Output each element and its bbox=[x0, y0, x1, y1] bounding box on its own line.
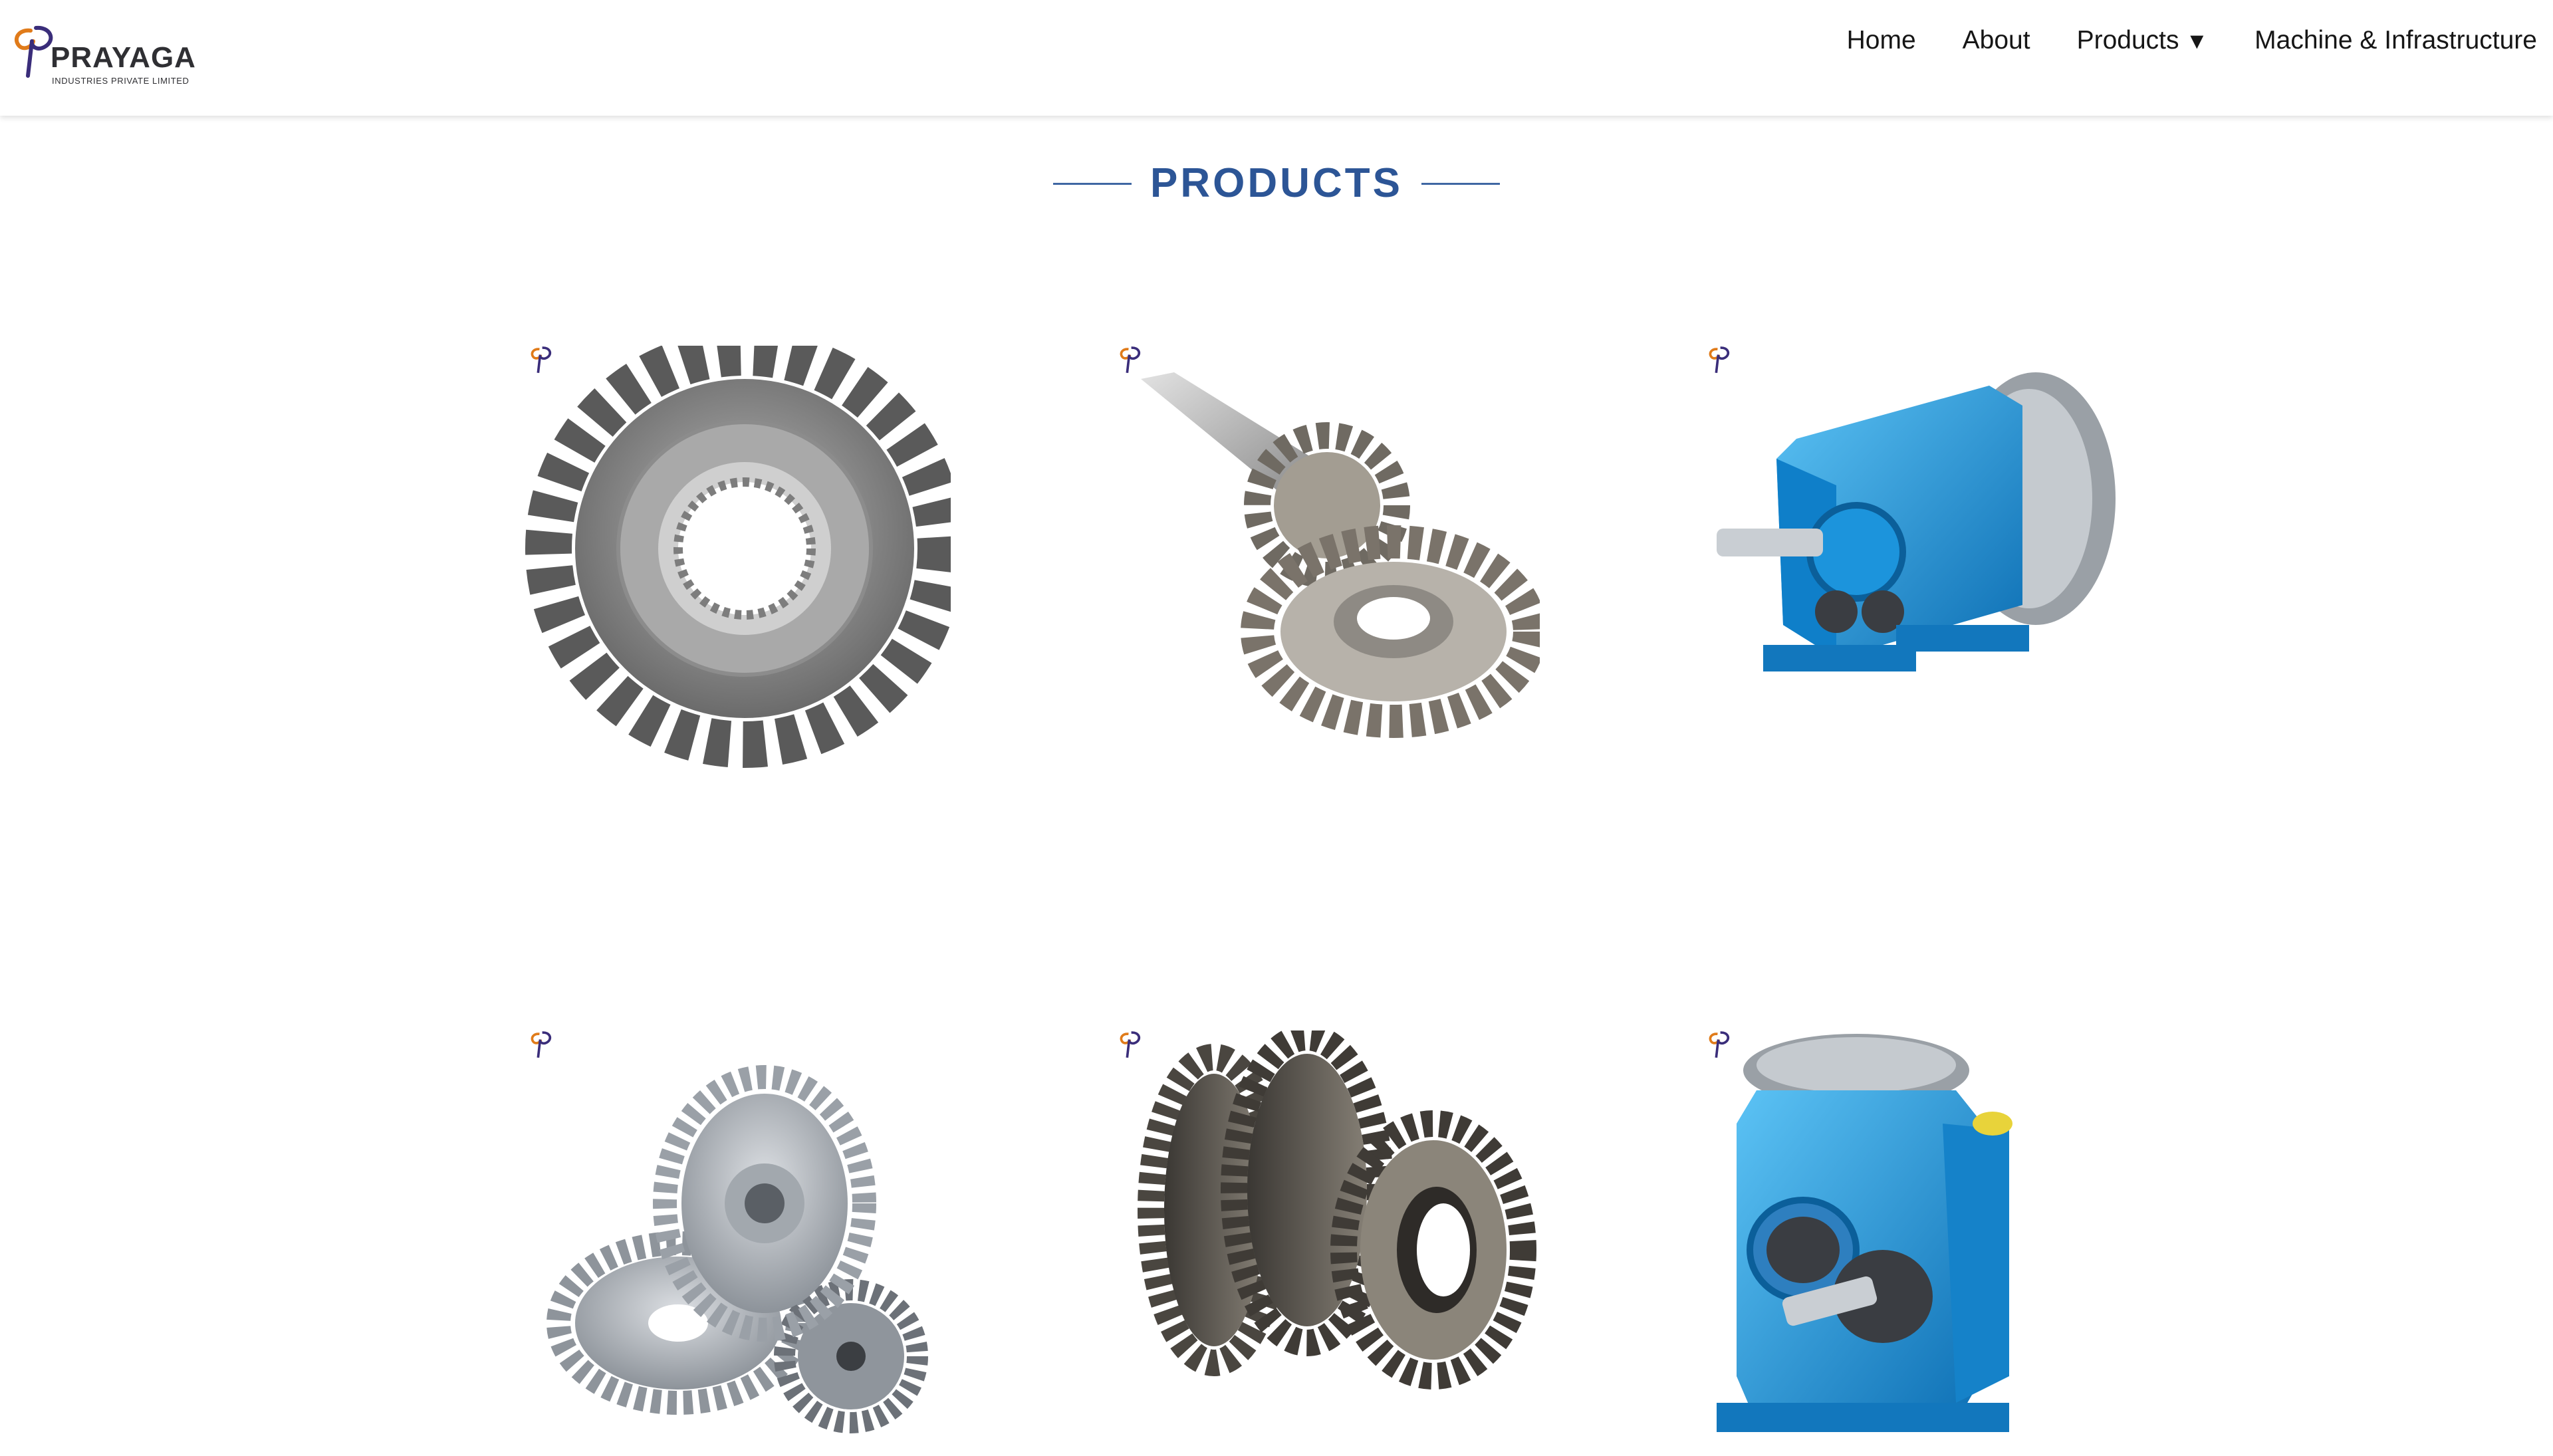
product-card-6[interactable] bbox=[1703, 1031, 2129, 1456]
watermark-logo-icon bbox=[1709, 346, 1730, 373]
title-divider-left bbox=[1053, 182, 1132, 185]
product-card-3[interactable] bbox=[1703, 346, 2129, 771]
nav-products-label: Products bbox=[2076, 26, 2179, 55]
brand-name: PRAYAGA bbox=[51, 41, 196, 74]
dropdown-caret-icon: ▼ bbox=[2185, 29, 2209, 54]
helical-gearbox-icon bbox=[1717, 372, 2116, 671]
title-divider-right bbox=[1421, 182, 1500, 185]
brand-tagline: INDUSTRIES PRIVATE LIMITED bbox=[52, 76, 189, 86]
nav-about[interactable]: About bbox=[1963, 24, 2030, 57]
worm-gearbox-icon bbox=[1717, 1034, 2012, 1432]
nav-products[interactable]: Products ▼ bbox=[2077, 24, 2209, 57]
watermark-logo-icon bbox=[531, 1031, 552, 1058]
bevel-gear-pinion-set-icon bbox=[1141, 372, 1540, 738]
product-card-1[interactable] bbox=[525, 346, 951, 771]
nav-home[interactable]: Home bbox=[1847, 24, 1916, 57]
main-nav: Home About Products ▼ Machine & Infrastru… bbox=[1800, 24, 2537, 57]
product-card-4[interactable] bbox=[525, 1031, 951, 1456]
helical-gear-cluster-icon bbox=[1138, 1031, 1536, 1390]
spiral-bevel-gear-icon bbox=[525, 346, 951, 768]
watermark-logo-icon bbox=[1120, 1031, 1141, 1058]
products-heading: PRODUCTS bbox=[0, 157, 2553, 210]
site-header: PRAYAGA INDUSTRIES PRIVATE LIMITED Home … bbox=[0, 0, 2553, 116]
spur-gears-icon bbox=[547, 1065, 928, 1433]
product-card-5[interactable] bbox=[1114, 1031, 1540, 1456]
watermark-logo-icon bbox=[1709, 1031, 1730, 1058]
watermark-logo-icon bbox=[1120, 346, 1141, 373]
watermark-logo-icon bbox=[531, 346, 552, 373]
section-title: PRODUCTS bbox=[1150, 160, 1403, 206]
prayaga-logo-icon bbox=[14, 25, 53, 78]
nav-machine-infrastructure[interactable]: Machine & Infrastructure bbox=[2254, 24, 2537, 57]
company-logo[interactable]: PRAYAGA INDUSTRIES PRIVATE LIMITED bbox=[9, 23, 209, 89]
product-card-2[interactable] bbox=[1114, 346, 1540, 771]
